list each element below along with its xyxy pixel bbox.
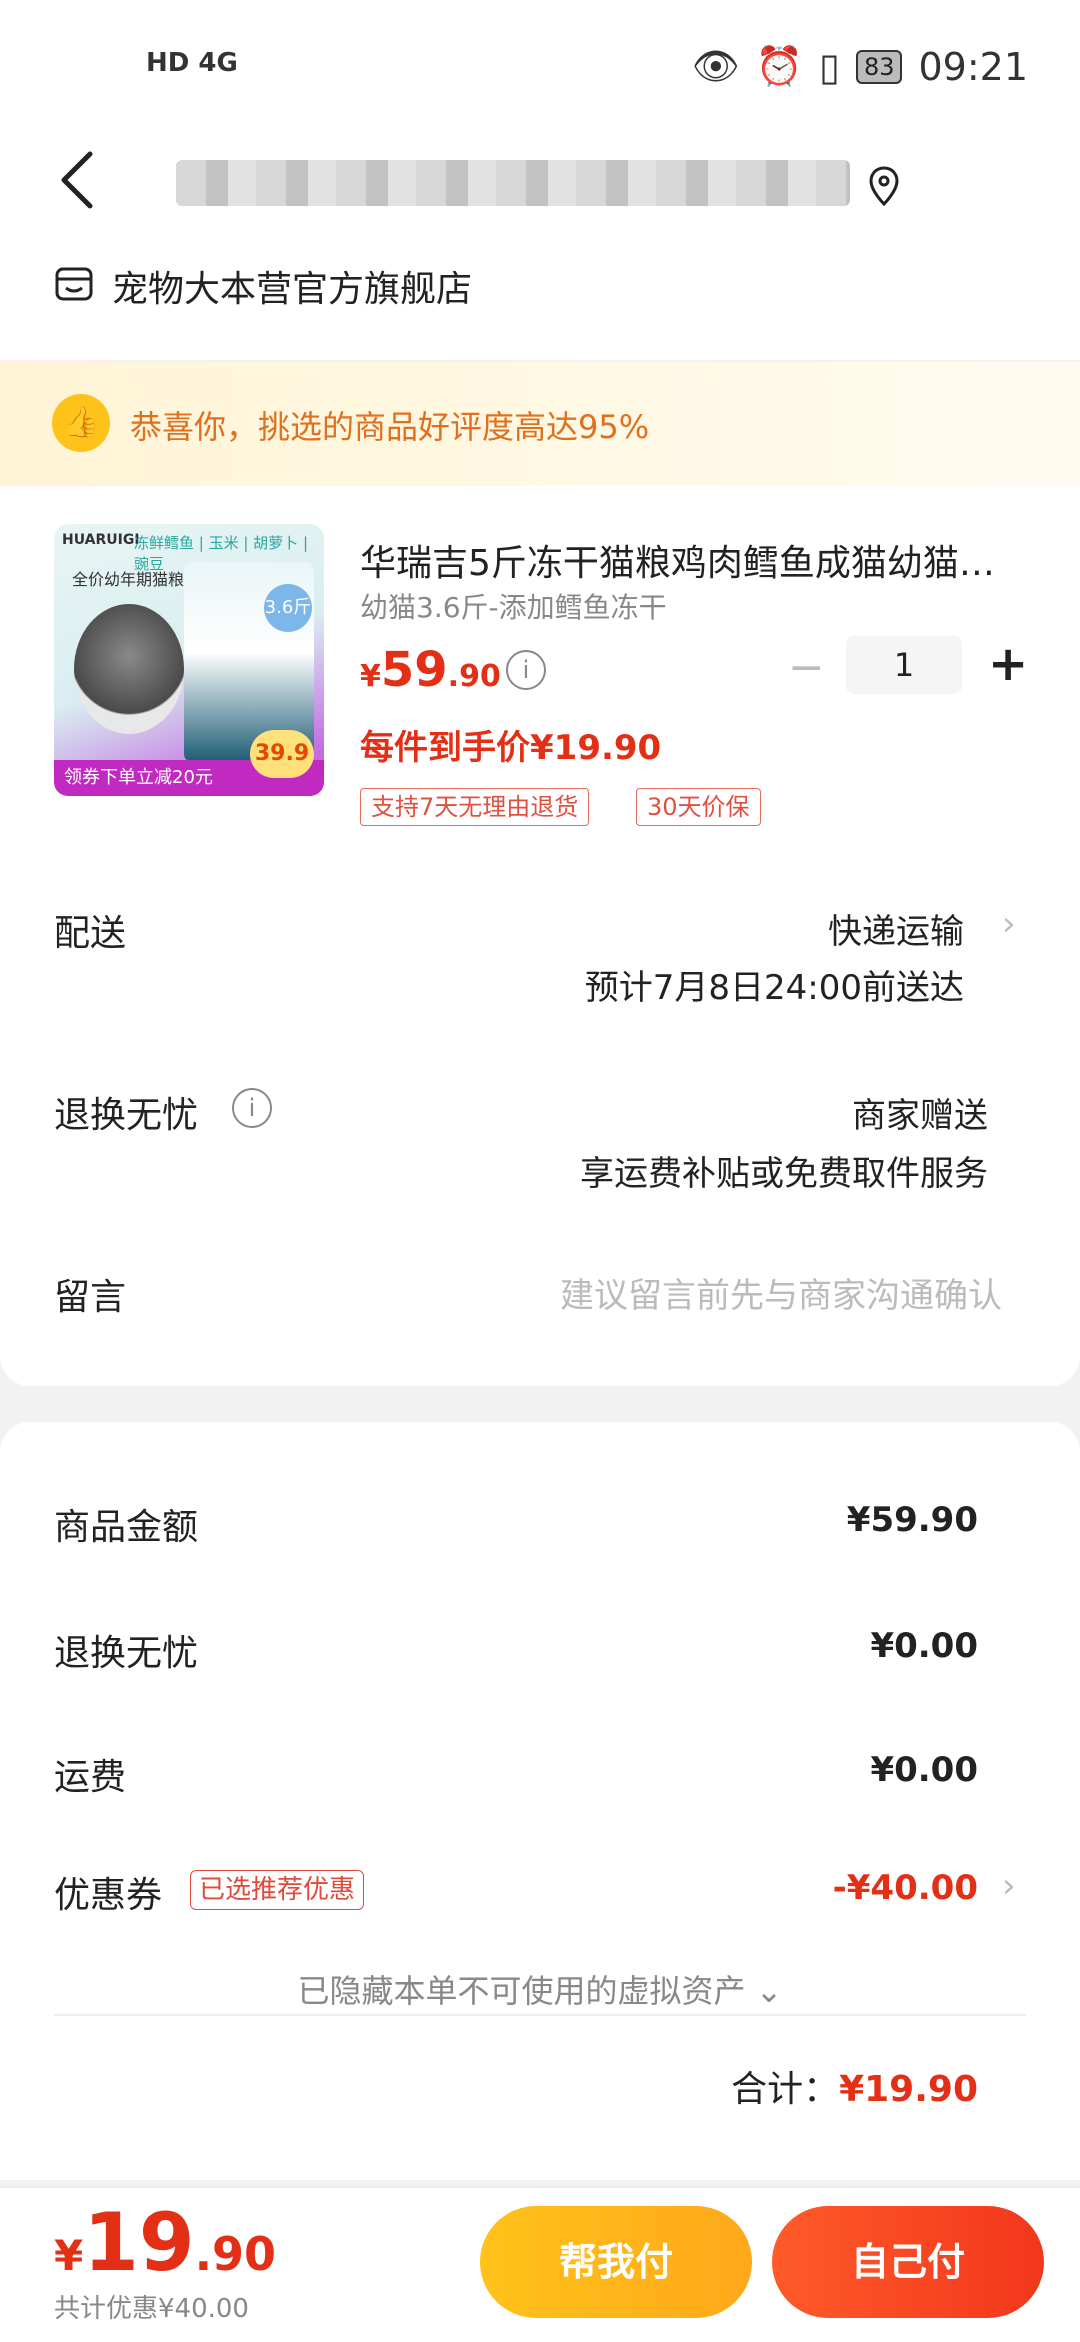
hidden-assets-toggle[interactable]: 已隐藏本单不可使用的虚拟资产 ⌄ [0,1966,1080,2012]
back-arrow-icon[interactable] [56,150,100,210]
battery-indicator: 83 [855,49,903,84]
returns-fee-value: ¥0.00 [870,1626,978,1666]
product-price: ¥59.90 [360,642,501,698]
kitten-image [74,604,184,734]
price-integer: 59 [380,642,448,698]
price-protect-tag: 30天价保 [636,788,761,826]
address-blurred[interactable] [176,160,850,206]
product-image-brand: HUARUIGI [62,532,140,548]
goods-amount-label: 商品金额 [54,1507,199,1548]
goods-amount-value: ¥59.90 [846,1500,978,1540]
product-image-title: 全价幼年期猫粮 [72,570,185,589]
thumbs-up-icon: 👍 [52,394,110,452]
product-title[interactable]: 华瑞吉5斤冻干猫粮鸡肉鳕鱼成猫幼猫… [360,534,1000,586]
chevron-right-icon[interactable]: › [1002,904,1016,944]
network-indicator: HD 4G [146,48,238,78]
message-input[interactable]: 建议留言前先与商家沟通确认 [560,1268,1002,1317]
payable-price: ¥19.90 [54,2196,276,2289]
returns-fee-label: 退换无忧 [54,1633,199,1674]
help-me-pay-button[interactable]: 帮我付 [480,2206,752,2318]
quantity-field[interactable]: 1 [846,636,962,694]
store-icon [55,267,93,301]
order-total: 合计：¥19.90 [731,2060,978,2112]
divider [54,2014,1026,2016]
payable-integer: 19 [83,2196,195,2289]
banner-text: 恭喜你，挑选的商品好评度高达95% [130,408,650,446]
returns-desc: 享运费补贴或免费取件服务 [580,1154,988,1194]
location-pin-icon [869,166,899,206]
shipping-label: 运费 [54,1757,127,1798]
delivery-eta: 预计7月8日24:00前送达 [584,968,964,1008]
pay-myself-button[interactable]: 自己付 [772,2206,1044,2318]
unit-price-text: 每件到手价¥19.90 [360,728,662,768]
product-image[interactable]: HUARUIGI 冻鲜鳕鱼 | 玉米 | 胡萝卜 | 豌豆 全价幼年期猫粮 3.… [54,524,324,796]
price-info-icon[interactable]: i [506,650,546,690]
delivery-label: 配送 [54,913,127,954]
increase-quantity-button[interactable]: + [988,636,1028,692]
alarm-icon: ⏰ [755,44,804,88]
weight-badge: 3.6斤 [264,584,312,632]
message-label: 留言 [54,1277,127,1318]
price-decimal: .90 [447,659,501,694]
chevron-right-icon[interactable]: › [1002,1866,1016,1906]
total-saved: 共计优惠¥40.00 [54,2294,249,2324]
delivery-method[interactable]: 快递运输 [828,904,964,953]
clock: 09:21 [918,44,1028,89]
price-currency: ¥ [360,659,381,694]
promo-price-badge: 39.9 [250,730,314,778]
total-value: ¥19.90 [839,2069,978,2110]
payable-decimal: .90 [194,2227,277,2281]
returns-label: 退换无忧 [54,1095,199,1136]
decrease-quantity-button[interactable]: − [788,642,825,693]
return-policy-tag: 支持7天无理由退货 [360,788,590,826]
coupon-value[interactable]: -¥40.00 [833,1868,978,1908]
product-spec[interactable]: 幼猫3.6斤-添加鳕鱼冻干 [360,586,667,626]
status-right: 👁 ⏰ ▯ 83 09:21 [691,44,1028,89]
total-label: 合计： [731,2069,840,2110]
payable-currency: ¥ [54,2231,84,2280]
store-name[interactable]: 宠物大本营官方旗舰店 [112,260,472,312]
shipping-value: ¥0.00 [870,1750,978,1790]
returns-info-icon[interactable]: i [232,1088,272,1128]
coupon-tag: 已选推荐优惠 [190,1870,365,1910]
coupon-label: 优惠券 [54,1875,163,1916]
returns-value: 商家赠送 [852,1096,988,1136]
vibrate-icon: ▯ [819,44,840,89]
eye-icon: 👁 [691,44,740,88]
